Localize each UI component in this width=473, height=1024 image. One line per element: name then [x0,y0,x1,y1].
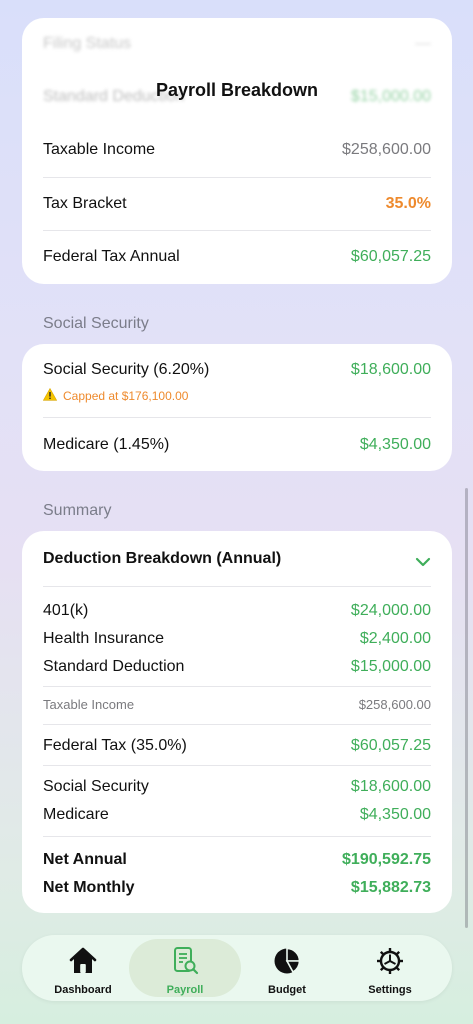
divider [43,686,431,687]
summary-social-security-value: $18,600.00 [350,778,431,795]
divider [43,417,431,418]
federal-tax-card: Filing Status — Standard Deduction $15,0… [22,18,452,284]
summary-section-label: Summary [43,502,112,519]
tab-settings-label: Settings [368,984,412,996]
divider [43,230,431,231]
medicare-value: $4,350.00 [359,436,431,453]
federal-tax-annual-label: Federal Tax Annual [43,248,180,265]
summary-medicare-label: Medicare [43,806,109,823]
net-annual-label: Net Annual [43,851,127,868]
social-security-section-label: Social Security [43,315,149,332]
summary-medicare-value: $4,350.00 [359,806,431,823]
social-security-row: Social Security (6.20%) $18,600.00 [43,361,431,379]
filing-status-value: — [415,35,431,52]
warning-icon [42,387,58,404]
summary-federal-tax-row: Federal Tax (35.0%) $60,057.25 [43,737,431,755]
chevron-down-icon[interactable] [415,554,431,567]
tab-budget-label: Budget [268,984,306,996]
taxable-income-value: $258,600.00 [342,141,431,158]
tab-dashboard[interactable]: Dashboard [27,939,139,997]
summary-taxable-income-row: Taxable Income $258,600.00 [43,697,431,712]
pie-chart-icon [272,946,302,981]
deduction-label: 401(k) [43,602,89,619]
deduction-label: Health Insurance [43,630,164,647]
tab-budget[interactable]: Budget [231,939,343,997]
summary-social-security-label: Social Security [43,778,149,795]
divider [43,177,431,178]
social-security-label: Social Security (6.20%) [43,361,210,378]
divider [43,836,431,837]
tax-bracket-row: Tax Bracket 35.0% [43,195,431,213]
tab-payroll[interactable]: Payroll [129,939,241,997]
tab-dashboard-label: Dashboard [54,984,112,996]
gear-icon [375,946,405,981]
deduction-breakdown-header[interactable]: Deduction Breakdown (Annual) [43,550,431,568]
summary-federal-tax-value: $60,057.25 [350,737,431,754]
summary-taxable-income-label: Taxable Income [43,697,135,712]
federal-tax-annual-value: $60,057.25 [350,248,431,265]
net-annual-row: Net Annual $190,592.75 [43,851,431,869]
tab-settings[interactable]: Settings [334,939,446,997]
medicare-label: Medicare (1.45%) [43,436,170,453]
deduction-breakdown-card: Deduction Breakdown (Annual) 401(k) $24,… [22,531,452,913]
net-monthly-label: Net Monthly [43,879,135,896]
summary-medicare-row: Medicare $4,350.00 [43,806,431,824]
filing-status-row: Filing Status — [43,35,431,53]
deduction-health-row: Health Insurance $2,400.00 [43,630,431,648]
taxable-income-row: Taxable Income $258,600.00 [43,141,431,159]
payroll-doc-icon [170,946,200,981]
deduction-standard-row: Standard Deduction $15,000.00 [43,658,431,676]
divider [43,586,431,587]
tab-payroll-label: Payroll [166,984,204,996]
faded-section-header [43,0,243,6]
divider [43,765,431,766]
deduction-value: $24,000.00 [350,602,431,619]
deduction-value: $15,000.00 [350,658,431,675]
summary-taxable-income-value: $258,600.00 [358,697,431,712]
tax-bracket-label: Tax Bracket [43,195,127,212]
medicare-row: Medicare (1.45%) $4,350.00 [43,436,431,454]
tax-bracket-value: 35.0% [385,195,431,212]
deduction-401k-row: 401(k) $24,000.00 [43,602,431,620]
bottom-tab-bar: Dashboard Payroll Budget Settings [22,935,452,1001]
cap-note: Capped at $176,100.00 [42,387,189,404]
federal-tax-annual-row: Federal Tax Annual $60,057.25 [43,248,431,266]
deduction-label: Standard Deduction [43,658,185,675]
social-security-value: $18,600.00 [350,361,431,378]
net-monthly-value: $15,882.73 [350,879,431,896]
cap-note-text: Capped at $176,100.00 [63,389,189,403]
filing-status-label: Filing Status [43,35,132,52]
scrollbar[interactable] [465,488,468,928]
social-security-card: Social Security (6.20%) $18,600.00 Cappe… [22,344,452,471]
net-annual-value: $190,592.75 [342,851,431,868]
summary-social-security-row: Social Security $18,600.00 [43,778,431,796]
summary-federal-tax-label: Federal Tax (35.0%) [43,737,187,754]
net-monthly-row: Net Monthly $15,882.73 [43,879,431,897]
house-icon [68,946,98,981]
page-title: Payroll Breakdown [155,80,319,100]
deduction-breakdown-title: Deduction Breakdown (Annual) [43,550,282,567]
divider [43,724,431,725]
taxable-income-label: Taxable Income [43,141,156,158]
deduction-value: $2,400.00 [359,630,431,647]
